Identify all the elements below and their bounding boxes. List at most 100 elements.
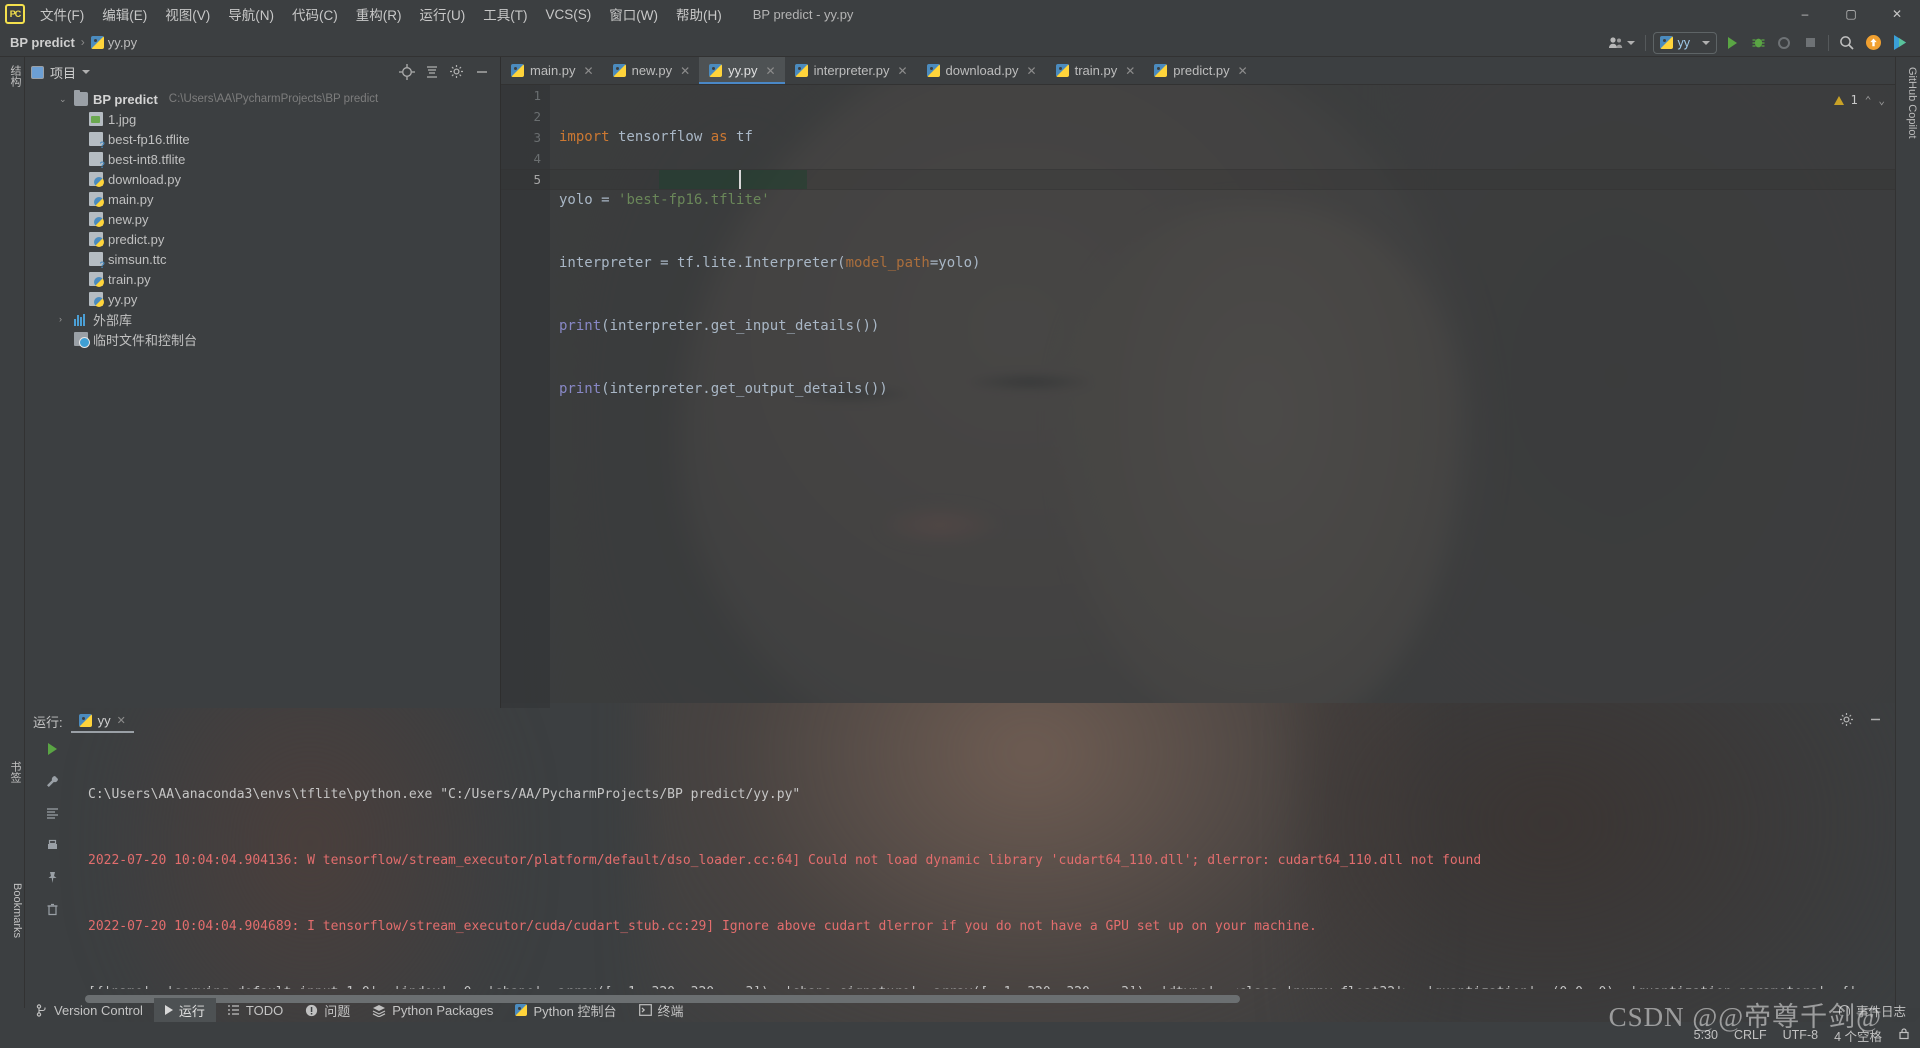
menu-tools[interactable]: 工具(T)	[474, 2, 536, 26]
menu-code[interactable]: 代码(C)	[283, 2, 347, 26]
close-icon[interactable]: ✕	[766, 64, 776, 78]
maximize-button[interactable]: ▢	[1828, 0, 1874, 28]
status-todo[interactable]: TODO	[216, 998, 294, 1022]
target-icon[interactable]	[399, 64, 415, 80]
status-python-packages[interactable]: Python Packages	[361, 998, 504, 1022]
pin-icon[interactable]	[44, 868, 62, 886]
tree-node-new-py[interactable]: new.py	[25, 209, 500, 229]
minimize-button[interactable]: –	[1782, 0, 1828, 28]
update-icon[interactable]	[1862, 32, 1885, 54]
console-output[interactable]: C:\Users\AA\anaconda3\envs\tflite\python…	[80, 734, 1895, 989]
settings-icon[interactable]	[1839, 712, 1854, 730]
tree-label: train.py	[108, 271, 151, 287]
rail-structure[interactable]: 结构	[2, 61, 23, 91]
tree-label: 临时文件和控制台	[93, 332, 198, 348]
code-line-2: yolo = 'best-fp16.tflite'	[559, 190, 980, 211]
run-tab-yy[interactable]: yy ✕	[70, 711, 135, 733]
menu-window[interactable]: 窗口(W)	[600, 2, 667, 26]
print-icon[interactable]	[44, 836, 62, 854]
module-name: tensorflow	[609, 129, 711, 145]
status-python-console[interactable]: Python 控制台	[504, 998, 627, 1022]
breadcrumb-project[interactable]: BP predict	[0, 35, 75, 50]
editor-tab-new-py[interactable]: new.py ✕	[603, 57, 700, 84]
status-terminal[interactable]: 终端	[628, 998, 695, 1022]
menu-vcs[interactable]: VCS(S)	[537, 5, 601, 24]
editor-tab-download-py[interactable]: download.py ✕	[917, 57, 1046, 84]
user-avatar-icon[interactable]	[1605, 32, 1638, 54]
editor-tab-yy-py[interactable]: yy.py ✕	[699, 57, 786, 84]
tree-node-main-py[interactable]: main.py	[25, 189, 500, 209]
menu-view[interactable]: 视图(V)	[156, 2, 219, 26]
python-config-icon	[1659, 36, 1673, 49]
chevron-down-icon[interactable]: ⌄	[1878, 94, 1885, 107]
search-icon[interactable]	[1836, 32, 1858, 54]
collapse-all-icon[interactable]	[424, 64, 440, 80]
menu-navigate[interactable]: 导航(N)	[219, 2, 283, 26]
close-icon[interactable]: ✕	[897, 64, 907, 78]
close-icon[interactable]: ✕	[680, 64, 690, 78]
stop-icon[interactable]	[1799, 32, 1821, 54]
tree-node-best-fp16-tflite[interactable]: best-fp16.tflite	[25, 129, 500, 150]
tree-node-simsun-ttc[interactable]: simsun.ttc	[25, 249, 500, 270]
hide-icon[interactable]	[474, 64, 490, 80]
editor-tab-train-py[interactable]: train.py ✕	[1046, 57, 1145, 84]
run-configuration-selector[interactable]: yy	[1652, 31, 1717, 54]
rail-github-copilot[interactable]: GitHub Copilot	[1897, 67, 1918, 139]
project-panel-header: 项目	[25, 57, 500, 87]
editor-tab-interpreter-py[interactable]: interpreter.py ✕	[785, 57, 917, 84]
debug-icon[interactable]	[1747, 32, 1769, 54]
code-text[interactable]: import tensorflow as tf yolo = 'best-fp1…	[559, 85, 980, 442]
tree-node-train-py[interactable]: train.py	[25, 269, 500, 289]
menu-edit[interactable]: 编辑(E)	[93, 2, 156, 26]
editor-tab-main-py[interactable]: main.py ✕	[501, 57, 603, 84]
chevron-right-icon[interactable]: ›	[59, 314, 69, 324]
run-config-label: yy	[1677, 35, 1691, 50]
project-window-icon	[31, 65, 44, 79]
code-editor[interactable]: 1 2 3 4 5 import tensorflow as tf yolo =…	[501, 85, 1895, 708]
close-icon[interactable]: ✕	[1238, 64, 1248, 78]
tree-node-external-libraries[interactable]: › 外部库	[25, 309, 500, 329]
tree-node-project-root[interactable]: ⌄ BP predict C:\Users\AA\PycharmProjects…	[25, 89, 500, 109]
menu-help[interactable]: 帮助(H)	[667, 2, 731, 26]
breadcrumb-file[interactable]: yy.py	[90, 35, 137, 50]
close-icon[interactable]: ✕	[117, 714, 126, 727]
line-number: 1	[533, 88, 541, 103]
tree-node-download-py[interactable]: download.py	[25, 169, 500, 189]
branch-icon	[36, 1003, 46, 1017]
tree-node-1-jpg[interactable]: 1.jpg	[25, 109, 500, 129]
status-version-control[interactable]: Version Control	[25, 998, 154, 1022]
chevron-down-icon[interactable]: ⌄	[59, 94, 69, 105]
menu-run[interactable]: 运行(U)	[411, 2, 475, 26]
inspection-widget[interactable]: 1 ⌃ ⌄	[1833, 93, 1885, 107]
rail-bookmarks[interactable]: 书签	[2, 757, 23, 787]
scroll-icon[interactable]	[44, 804, 62, 822]
chevron-down-icon[interactable]	[82, 70, 91, 74]
tree-node-best-int8-tflite[interactable]: best-int8.tflite	[25, 149, 500, 170]
close-icon[interactable]: ✕	[1125, 64, 1135, 78]
status-problems[interactable]: 问题	[294, 998, 361, 1022]
status-run[interactable]: 运行	[153, 998, 216, 1022]
status-label: 终端	[657, 1003, 684, 1019]
trash-icon[interactable]	[44, 900, 62, 918]
menu-file[interactable]: 文件(F)	[31, 2, 93, 26]
library-icon	[74, 312, 88, 326]
run-tab-label: yy	[97, 713, 111, 728]
minimize-icon[interactable]	[1868, 712, 1883, 730]
settings-icon[interactable]	[449, 64, 465, 80]
menu-refactor[interactable]: 重构(R)	[347, 2, 411, 26]
close-icon[interactable]: ✕	[1027, 64, 1037, 78]
tree-node-scratches-consoles[interactable]: 临时文件和控制台	[25, 329, 500, 349]
lock-icon[interactable]	[1898, 1027, 1910, 1043]
close-button[interactable]: ✕	[1874, 0, 1920, 28]
rerun-icon[interactable]	[44, 740, 62, 758]
wrench-icon[interactable]	[44, 772, 62, 790]
run-icon[interactable]	[1721, 32, 1743, 54]
rail-bookmarks-en[interactable]: Bookmarks	[2, 879, 23, 942]
tree-node-predict-py[interactable]: predict.py	[25, 229, 500, 249]
tree-node-yy-py[interactable]: yy.py	[25, 289, 500, 309]
ide-feature-icon[interactable]	[1889, 32, 1912, 54]
close-icon[interactable]: ✕	[584, 64, 594, 78]
editor-tab-predict-py[interactable]: predict.py ✕	[1144, 57, 1256, 84]
chevron-up-icon[interactable]: ⌃	[1865, 94, 1872, 107]
coverage-icon[interactable]	[1773, 32, 1795, 54]
